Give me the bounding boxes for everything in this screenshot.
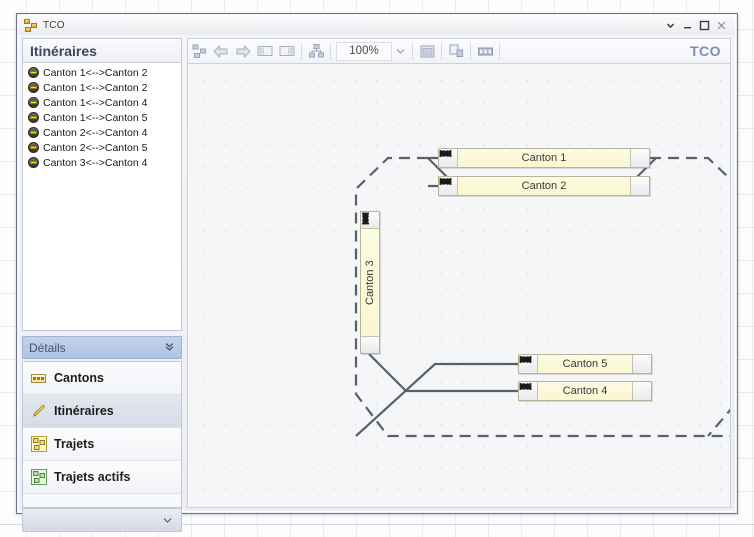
list-item[interactable]: Canton 1<-->Canton 2: [23, 65, 181, 80]
routes-list[interactable]: Canton 1<-->Canton 2 Canton 1<-->Canton 2…: [22, 62, 182, 331]
list-item[interactable]: Canton 2<-->Canton 4: [23, 125, 181, 140]
block-canton2[interactable]: Canton 2: [438, 176, 650, 196]
window-controls: [662, 16, 735, 35]
block-canton3[interactable]: Canton 3: [360, 211, 380, 354]
block-canton4[interactable]: Canton 4: [518, 381, 652, 401]
toolbar-separator: [499, 42, 500, 60]
maximize-button[interactable]: [696, 18, 713, 33]
sensor-icon[interactable]: [439, 149, 649, 167]
route-icon: [28, 67, 39, 78]
pencil-icon: [31, 403, 47, 419]
list-item-label: Canton 3<-->Canton 4: [43, 156, 148, 169]
network-view-icon[interactable]: [188, 41, 210, 62]
window-title: TCO: [43, 20, 65, 31]
chevron-double-down-icon[interactable]: [164, 341, 175, 355]
list-item-label: Canton 2<-->Canton 5: [43, 141, 148, 154]
sidebar-item-itin-raires[interactable]: Itinéraires: [23, 395, 181, 428]
sidebar-footer[interactable]: [22, 508, 182, 532]
route-icon: [28, 82, 39, 93]
sidebar-item-label: Trajets: [54, 437, 95, 451]
block-label: Canton 4: [562, 385, 608, 397]
caret-down-icon[interactable]: [163, 516, 172, 525]
list-item[interactable]: Canton 1<-->Canton 4: [23, 95, 181, 110]
list-item-label: Canton 1<-->Canton 2: [43, 66, 148, 79]
route-icon: [28, 157, 39, 168]
sidebar: Itinéraires Canton 1<-->Canton 2 Canton 1…: [22, 38, 182, 532]
diagram-toolbar: 100% TCO: [187, 38, 731, 63]
sidebar-item-trajets[interactable]: Trajets: [23, 428, 181, 461]
page-layout-left-icon[interactable]: [254, 41, 276, 62]
sidebar-item-cantons[interactable]: Cantons: [23, 362, 181, 395]
tco-window: TCO Itinéraires Canton 1<-->Canton 2 Cant…: [16, 13, 738, 532]
list-item-label: Canton 1<-->Canton 4: [43, 96, 148, 109]
zoom-dropdown-icon[interactable]: [392, 42, 409, 61]
route-icon: [28, 127, 39, 138]
list-item[interactable]: Canton 3<-->Canton 4: [23, 155, 181, 170]
sensor-icon[interactable]: [519, 355, 651, 373]
sidebar-title: Itinéraires: [30, 42, 97, 59]
toolbar-separator: [330, 42, 331, 60]
hierarchy-icon: [24, 18, 38, 33]
close-button[interactable]: [713, 18, 730, 33]
block-canton1[interactable]: Canton 1: [438, 148, 650, 168]
window-titlebar[interactable]: TCO: [19, 16, 735, 35]
diagram-canvas[interactable]: Canton 1 Canton 2 Canton 3 Canton 5 Cant…: [188, 64, 730, 507]
window-dropdown-button[interactable]: [662, 18, 679, 33]
sidebar-header: Itinéraires: [22, 38, 182, 62]
sensor-icon[interactable]: [439, 177, 649, 195]
toolbar-separator: [301, 42, 302, 60]
sidebar-nav[interactable]: Cantons Itinéraires Trajets Trajets actifs: [22, 361, 182, 508]
route-icon: [28, 142, 39, 153]
list-item-label: Canton 1<-->Canton 2: [43, 81, 148, 94]
arrow-right-icon[interactable]: [232, 41, 254, 62]
list-item[interactable]: Canton 1<-->Canton 5: [23, 110, 181, 125]
list-item-label: Canton 2<-->Canton 4: [43, 126, 148, 139]
minimize-button[interactable]: [679, 18, 696, 33]
main-area: 100% TCO Canton 1 Canton 2 Canton 3 Cant…: [187, 38, 731, 508]
filmstrip-icon[interactable]: [474, 41, 496, 62]
block-canton5[interactable]: Canton 5: [518, 354, 652, 374]
toolbar-separator: [412, 42, 413, 60]
track-lines: [354, 156, 730, 438]
page-layout-right-icon[interactable]: [276, 41, 298, 62]
toolbar-separator: [470, 42, 471, 60]
trajets-actifs-icon: [31, 469, 47, 485]
block-label: Canton 1: [521, 152, 567, 164]
sidebar-item-label: Cantons: [54, 371, 104, 385]
diagram-canvas-container[interactable]: Canton 1 Canton 2 Canton 3 Canton 5 Cant…: [187, 63, 731, 508]
sidebar-item-label: Itinéraires: [54, 404, 114, 418]
list-item[interactable]: Canton 2<-->Canton 5: [23, 140, 181, 155]
arrow-left-icon[interactable]: [210, 41, 232, 62]
details-splitter-header[interactable]: Détails: [22, 336, 182, 359]
details-label: Détails: [29, 340, 66, 355]
sensor-icon[interactable]: [361, 212, 379, 353]
copy-pages-icon[interactable]: [445, 41, 467, 62]
sidebar-item-trajets-actifs[interactable]: Trajets actifs: [23, 461, 181, 494]
cantons-icon: [31, 370, 47, 386]
list-item-label: Canton 1<-->Canton 5: [43, 111, 148, 124]
toolbar-separator: [441, 42, 442, 60]
route-icon: [28, 112, 39, 123]
zoom-level-input[interactable]: 100%: [336, 41, 392, 61]
list-item[interactable]: Canton 1<-->Canton 2: [23, 80, 181, 95]
hierarchy-icon[interactable]: [305, 41, 327, 62]
block-label: Canton 5: [562, 358, 608, 370]
route-icon: [28, 97, 39, 108]
sensor-icon[interactable]: [519, 382, 651, 400]
block-label: Canton 3: [364, 260, 376, 305]
trajets-icon: [31, 436, 47, 452]
panel-title: TCO: [689, 43, 721, 59]
sidebar-item-label: Trajets actifs: [54, 470, 131, 484]
window-icon[interactable]: [416, 41, 438, 62]
block-label: Canton 2: [521, 180, 567, 192]
